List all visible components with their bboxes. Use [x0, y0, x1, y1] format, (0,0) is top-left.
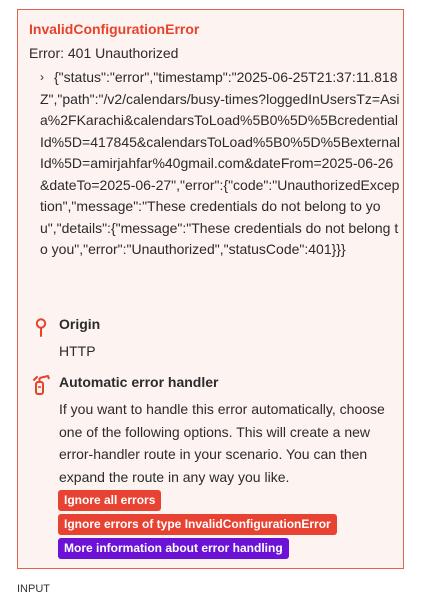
ignore-errors-of-type-button[interactable]: Ignore errors of type InvalidConfigurati…: [58, 514, 337, 535]
more-info-error-handling-button[interactable]: More information about error handling: [58, 538, 289, 559]
chevron-right-icon[interactable]: ›: [40, 67, 44, 89]
location-pin-icon: [32, 316, 54, 338]
error-handler-section: Automatic error handler If you want to h…: [32, 374, 392, 564]
error-handler-description: If you want to handle this error automat…: [59, 401, 385, 485]
input-section-label: INPUT: [17, 583, 50, 595]
origin-value: HTTP: [59, 343, 96, 359]
ignore-all-errors-button[interactable]: Ignore all errors: [58, 490, 162, 511]
error-detail[interactable]: › {"status":"error","timestamp":"2025-06…: [40, 67, 400, 261]
origin-section: Origin HTTP: [32, 316, 392, 366]
fire-extinguisher-icon: [32, 374, 54, 396]
error-handler-label: Automatic error handler: [59, 374, 219, 390]
origin-label: Origin: [59, 316, 101, 332]
error-subtitle: Error: 401 Unauthorized: [29, 45, 179, 61]
error-detail-text: {"status":"error","timestamp":"2025-06-2…: [40, 69, 400, 257]
error-title: InvalidConfigurationError: [29, 21, 200, 37]
error-panel: InvalidConfigurationError Error: 401 Una…: [17, 9, 404, 569]
